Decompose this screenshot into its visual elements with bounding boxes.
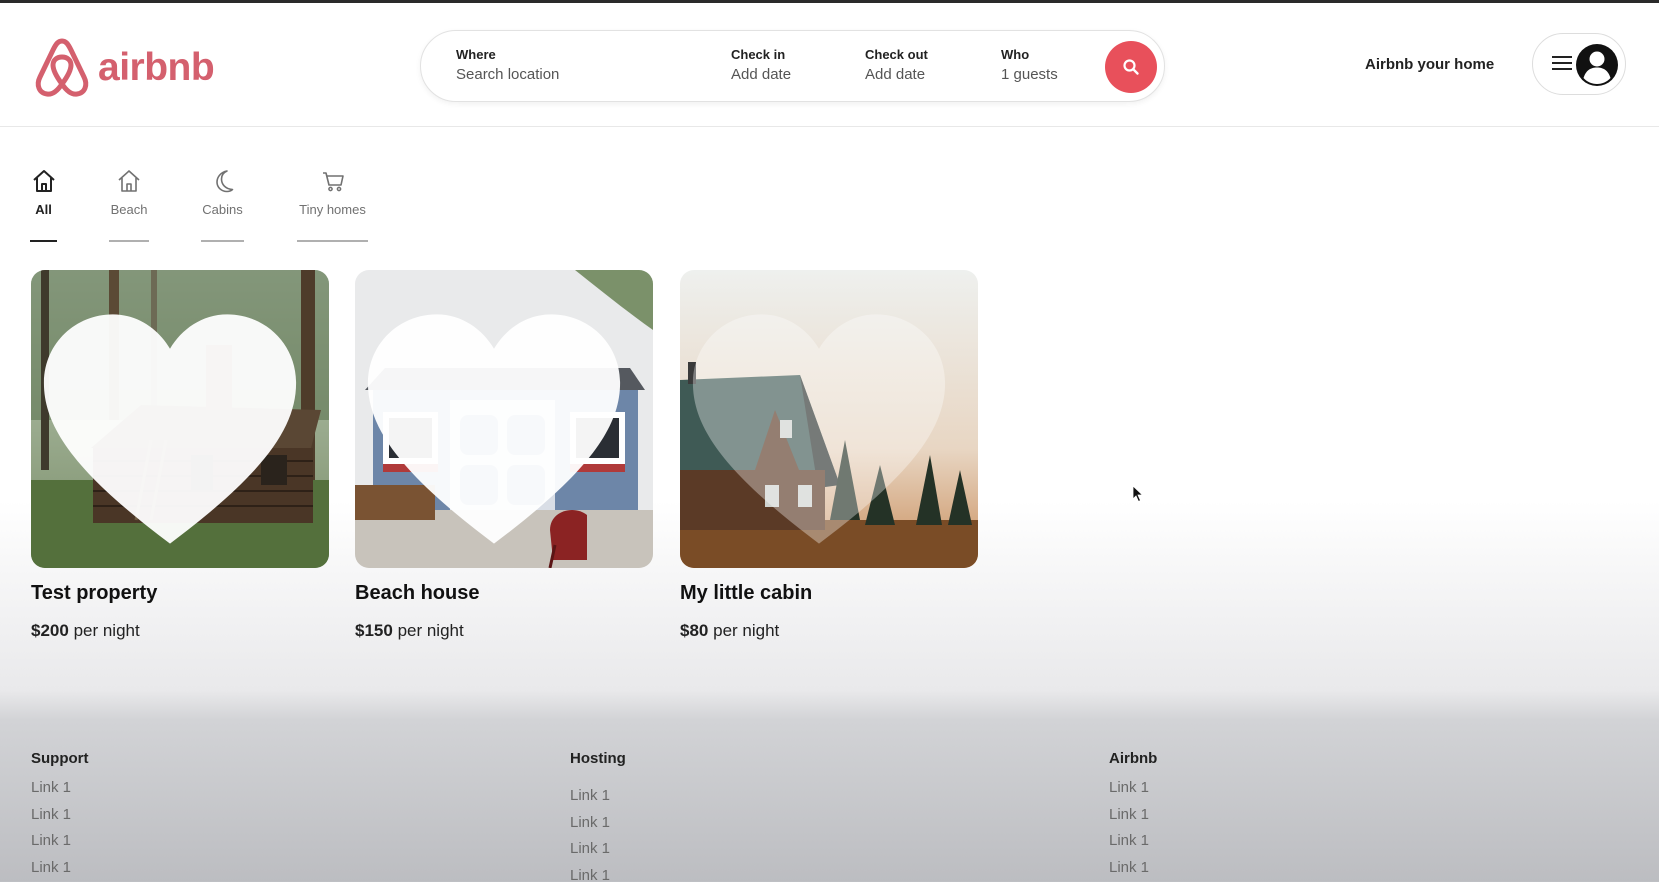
favorite-heart-icon[interactable] — [680, 280, 968, 568]
user-menu-button[interactable] — [1532, 33, 1626, 95]
checkout-value[interactable]: Add date — [865, 66, 928, 83]
airbnb-logo-icon — [35, 38, 89, 97]
footer-link[interactable]: Link 1 — [31, 828, 89, 855]
footer-hosting-column: Hosting Link 1 Link 1 Link 1 Link 1 — [570, 750, 626, 882]
where-label: Where — [456, 47, 496, 62]
airbnb-logo[interactable]: airbnb — [33, 37, 215, 99]
listing-card[interactable]: Beach house $150 per night — [355, 270, 653, 641]
footer-heading: Hosting — [570, 750, 626, 767]
footer-link[interactable]: Link 1 — [31, 775, 89, 802]
footer-link[interactable]: Link 1 — [1109, 828, 1157, 855]
footer-link[interactable]: Link 1 — [570, 810, 626, 837]
footer-link[interactable]: Link 1 — [570, 836, 626, 863]
listing-price: $80 per night — [680, 621, 978, 641]
listing-title[interactable]: Test property — [31, 582, 329, 605]
listing-photo[interactable] — [680, 270, 978, 568]
checkin-value[interactable]: Add date — [731, 66, 791, 83]
footer-link[interactable]: Link 1 — [1109, 855, 1157, 882]
footer-link[interactable]: Link 1 — [1109, 775, 1157, 802]
user-avatar-icon — [1576, 44, 1618, 86]
search-button[interactable] — [1105, 41, 1157, 93]
category-label: Beach — [110, 202, 148, 217]
favorite-heart-icon[interactable] — [31, 280, 319, 568]
price-unit: per night — [713, 621, 780, 640]
footer-heading: Airbnb — [1109, 750, 1158, 767]
category-tiny-homes[interactable]: Tiny homes — [297, 168, 368, 242]
house-icon — [118, 170, 140, 192]
cart-icon — [322, 172, 344, 192]
listing-photo[interactable] — [355, 270, 653, 568]
hamburger-icon — [1552, 56, 1572, 70]
guests-label: Who — [1001, 47, 1030, 62]
moon-icon — [215, 170, 233, 193]
footer-link[interactable]: Link 1 — [31, 802, 89, 829]
listing-card[interactable]: My little cabin $80 per night — [680, 270, 978, 641]
category-underline — [201, 240, 244, 242]
footer-link[interactable]: Link 1 — [31, 855, 89, 882]
category-label: Cabins — [202, 202, 243, 217]
price-amount: $200 — [31, 621, 69, 640]
search-bar: Where Search location Check in Add date … — [420, 30, 1165, 102]
checkin-field[interactable]: Check in Add date — [731, 47, 791, 83]
category-underline — [30, 240, 57, 242]
where-field[interactable]: Where Search location — [456, 47, 559, 83]
category-all[interactable]: All — [30, 168, 57, 242]
brand-name: airbnb — [98, 46, 215, 89]
checkin-label: Check in — [731, 47, 786, 62]
footer-heading: Support — [31, 750, 89, 767]
guests-value[interactable]: 1 guests — [1001, 66, 1058, 83]
listing-photo[interactable] — [31, 270, 329, 568]
checkout-label: Check out — [865, 47, 928, 62]
price-unit: per night — [73, 621, 140, 640]
checkout-field[interactable]: Check out Add date — [865, 47, 928, 83]
mouse-cursor-icon — [1132, 485, 1144, 503]
category-label: All — [35, 202, 52, 217]
category-underline — [109, 240, 149, 242]
footer-link[interactable]: Link 1 — [1109, 802, 1157, 829]
price-amount: $80 — [680, 621, 709, 640]
category-underline — [297, 240, 368, 242]
price-unit: per night — [397, 621, 464, 640]
search-icon — [1123, 59, 1139, 75]
footer-link[interactable]: Link 1 — [570, 863, 626, 882]
guests-field[interactable]: Who 1 guests — [1001, 47, 1058, 83]
airbnb-your-home-link[interactable]: Airbnb your home — [1365, 56, 1494, 73]
listing-title[interactable]: My little cabin — [680, 582, 978, 605]
listing-card[interactable]: Test property $200 per night — [31, 270, 329, 641]
category-label: Tiny homes — [299, 202, 366, 217]
category-cabins[interactable]: Cabins — [201, 168, 244, 242]
home-icon — [32, 170, 55, 192]
listing-title[interactable]: Beach house — [355, 582, 653, 605]
footer-link[interactable]: Link 1 — [570, 783, 626, 810]
category-beach[interactable]: Beach — [109, 168, 149, 242]
footer-support-column: Support Link 1 Link 1 Link 1 Link 1 — [31, 750, 89, 881]
footer-airbnb-column: Airbnb Link 1 Link 1 Link 1 Link 1 — [1109, 750, 1157, 881]
listing-price: $150 per night — [355, 621, 653, 641]
where-input[interactable]: Search location — [456, 66, 559, 83]
site-header: airbnb Where Search location Check in Ad… — [0, 3, 1659, 127]
favorite-heart-icon[interactable] — [355, 280, 643, 568]
price-amount: $150 — [355, 621, 393, 640]
listing-price: $200 per night — [31, 621, 329, 641]
